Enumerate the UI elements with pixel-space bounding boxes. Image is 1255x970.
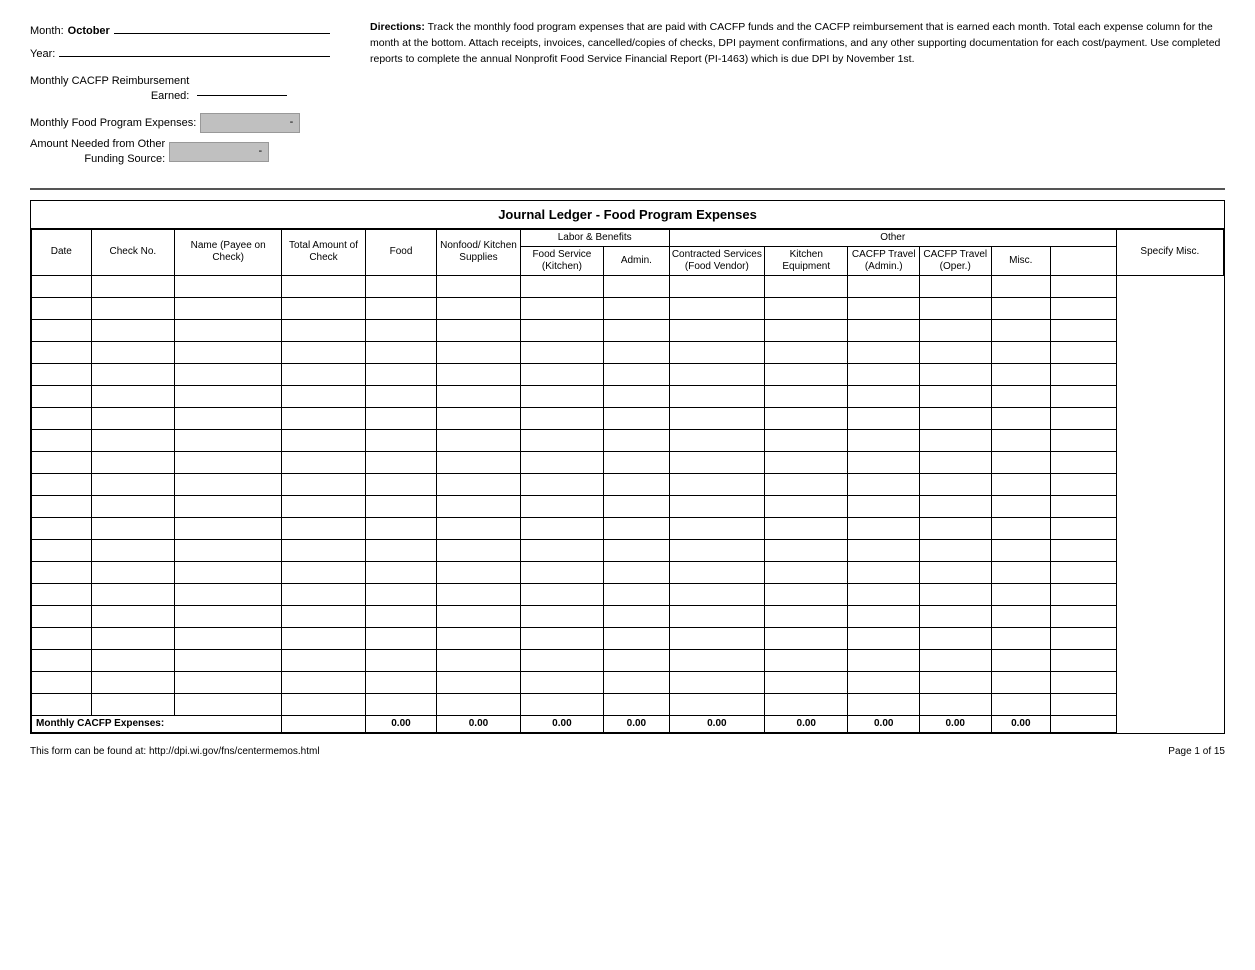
col-name-header: Name (Payee on Check) — [175, 229, 282, 275]
footer-page: Page 1 of 15 — [1168, 746, 1225, 757]
table-row — [32, 275, 1224, 297]
col-cacfp-admin-header: CACFP Travel (Admin.) — [848, 246, 920, 275]
table-row — [32, 363, 1224, 385]
col-food-header: Food — [365, 229, 437, 275]
table-row — [32, 407, 1224, 429]
labor-benefits-group: Labor & Benefits — [520, 229, 669, 246]
expenses-value: - — [200, 113, 300, 133]
col-checkno-header: Check No. — [91, 229, 174, 275]
table-row — [32, 583, 1224, 605]
table-row — [32, 649, 1224, 671]
table-row — [32, 517, 1224, 539]
funding-row: Amount Needed from Other Funding Source:… — [30, 137, 330, 168]
directions-title: Directions: — [370, 21, 425, 33]
ledger-table: Date Check No. Name (Payee on Check) Tot… — [31, 229, 1224, 733]
footer-food: 0.00 — [365, 715, 437, 732]
col-contracted-header: Contracted Services (Food Vendor) — [669, 246, 764, 275]
footer-row: Monthly CACFP Expenses: 0.00 0.00 0.00 0… — [32, 715, 1224, 732]
table-row — [32, 627, 1224, 649]
table-row — [32, 473, 1224, 495]
table-row — [32, 319, 1224, 341]
left-panel: Month: October Year: Monthly CACFP Reimb… — [30, 20, 330, 168]
divider — [30, 188, 1225, 190]
footer-kitchen: 0.00 — [765, 715, 848, 732]
reimbursement-section: Monthly CACFP Reimbursement Earned: — [30, 74, 330, 105]
table-row — [32, 341, 1224, 363]
table-row — [32, 495, 1224, 517]
table-row — [32, 671, 1224, 693]
year-underline — [59, 43, 330, 57]
funding-value: - — [169, 142, 269, 162]
footer-misc: 0.00 — [991, 715, 1051, 732]
reimbursement-label: Monthly CACFP Reimbursement Earned: — [30, 74, 189, 105]
ledger-body — [32, 275, 1224, 715]
col-admin-header: Admin. — [604, 246, 670, 275]
table-row — [32, 429, 1224, 451]
expenses-row: Monthly Food Program Expenses: - — [30, 113, 330, 133]
col-foodsvc-header: Food Service (Kitchen) — [520, 246, 603, 275]
col-specmisc-header: Specify Misc. — [1116, 229, 1223, 275]
top-section: Month: October Year: Monthly CACFP Reimb… — [30, 20, 1225, 168]
directions-text: Track the monthly food program expenses … — [370, 21, 1220, 65]
footer-contracted: 0.00 — [669, 715, 764, 732]
month-row: Month: October — [30, 20, 330, 37]
month-label: Month: — [30, 25, 64, 37]
footer-cacfp-admin: 0.00 — [848, 715, 920, 732]
footer-blank-total — [282, 715, 365, 732]
ledger-section: Journal Ledger - Food Program Expenses D… — [30, 200, 1225, 734]
month-underline — [114, 20, 330, 34]
group-header-row: Date Check No. Name (Payee on Check) Tot… — [32, 229, 1224, 246]
table-row — [32, 561, 1224, 583]
funding-label: Amount Needed from Other Funding Source: — [30, 137, 165, 168]
page-footer: This form can be found at: http://dpi.wi… — [30, 746, 1225, 757]
table-row — [32, 451, 1224, 473]
footer-admin: 0.00 — [604, 715, 670, 732]
ledger-title: Journal Ledger - Food Program Expenses — [31, 201, 1224, 229]
footer-url: This form can be found at: http://dpi.wi… — [30, 746, 320, 757]
col-nonfood-header: Nonfood/ Kitchen Supplies — [437, 229, 520, 275]
col-kitchen-header: Kitchen Equipment — [765, 246, 848, 275]
reimbursement-underline — [197, 82, 287, 96]
table-row — [32, 297, 1224, 319]
year-label: Year: — [30, 48, 55, 60]
directions-panel: Directions: Track the monthly food progr… — [370, 20, 1225, 168]
expenses-label: Monthly Food Program Expenses: — [30, 117, 196, 129]
col-cacfp-oper-header: CACFP Travel (Oper.) — [919, 246, 991, 275]
table-row — [32, 605, 1224, 627]
footer-label: Monthly CACFP Expenses: — [32, 715, 282, 732]
col-date-header: Date — [32, 229, 92, 275]
table-row — [32, 385, 1224, 407]
table-row — [32, 693, 1224, 715]
other-group: Other — [669, 229, 1116, 246]
footer-nonfood: 0.00 — [437, 715, 520, 732]
table-row — [32, 539, 1224, 561]
reimbursement-row: Monthly CACFP Reimbursement Earned: — [30, 74, 330, 105]
footer-cacfp-oper: 0.00 — [919, 715, 991, 732]
year-row: Year: — [30, 43, 330, 60]
col-misc-header: Misc. — [991, 246, 1051, 275]
footer-foodsvc: 0.00 — [520, 715, 603, 732]
month-value: October — [68, 25, 110, 37]
footer-specmisc — [1051, 715, 1117, 732]
col-total-header: Total Amount of Check — [282, 229, 365, 275]
